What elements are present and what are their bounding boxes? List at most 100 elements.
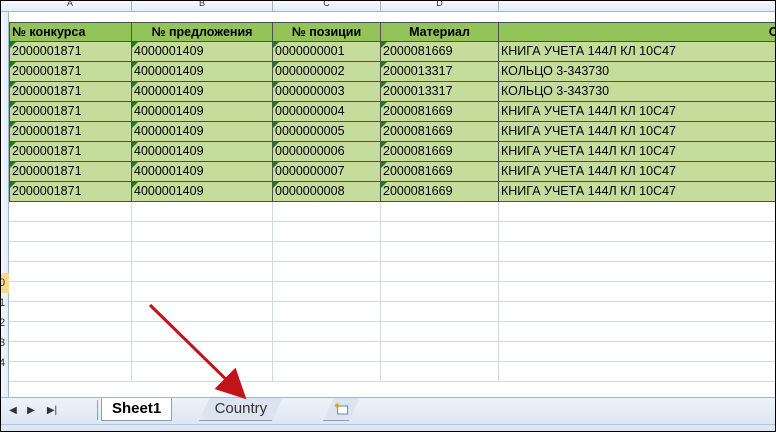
empty-cell[interactable] [381, 362, 499, 382]
empty-cell[interactable] [381, 262, 499, 282]
cell-offer-no[interactable]: 4000001409 [132, 42, 273, 62]
cell-description[interactable]: КНИГА УЧЕТА 144Л КЛ 10С47 [499, 182, 775, 202]
header-cell-position-no[interactable]: № позиции [273, 22, 381, 42]
empty-cell[interactable] [273, 222, 381, 242]
cell-material[interactable]: 2000081669 [381, 42, 499, 62]
cell-contest-no[interactable]: 2000001871 [9, 42, 132, 62]
row-number[interactable]: 1 [1, 293, 9, 313]
empty-cell[interactable] [132, 302, 273, 322]
empty-cell[interactable] [9, 342, 132, 362]
empty-cell[interactable] [132, 222, 273, 242]
empty-cell[interactable] [132, 262, 273, 282]
cell-description[interactable]: КНИГА УЧЕТА 144Л КЛ 10С47 [499, 142, 775, 162]
empty-cell[interactable] [132, 342, 273, 362]
cell-contest-no[interactable]: 2000001871 [9, 182, 132, 202]
cell-description[interactable]: КНИГА УЧЕТА 144Л КЛ 10С47 [499, 42, 775, 62]
cell-contest-no[interactable]: 2000001871 [9, 102, 132, 122]
empty-cell[interactable] [273, 302, 381, 322]
empty-cell[interactable] [132, 362, 273, 382]
empty-cell[interactable] [499, 322, 775, 342]
cell-offer-no[interactable]: 4000001409 [132, 122, 273, 142]
cell-offer-no[interactable]: 4000001409 [132, 182, 273, 202]
cell-position-no[interactable]: 0000000003 [273, 82, 381, 102]
empty-cell[interactable] [9, 262, 132, 282]
empty-cell[interactable] [499, 362, 775, 382]
cell-position-no[interactable]: 0000000001 [273, 42, 381, 62]
cell-material[interactable]: 2000081669 [381, 142, 499, 162]
empty-cell[interactable] [499, 202, 775, 222]
empty-cell[interactable] [273, 362, 381, 382]
scroll-tabs-last-button[interactable]: ▶| [43, 404, 61, 418]
empty-cell[interactable] [381, 202, 499, 222]
empty-cell[interactable] [273, 262, 381, 282]
empty-cell[interactable] [381, 282, 499, 302]
column-header-e[interactable] [499, 1, 775, 11]
cell-material[interactable]: 2000081669 [381, 162, 499, 182]
cell-description[interactable]: КНИГА УЧЕТА 144Л КЛ 10С47 [499, 162, 775, 182]
cell-contest-no[interactable]: 2000001871 [9, 122, 132, 142]
empty-cell[interactable] [132, 202, 273, 222]
header-cell-offer-no[interactable]: № предложения [132, 22, 273, 42]
cell-material[interactable]: 2000013317 [381, 62, 499, 82]
cell-description[interactable]: КОЛЬЦО 3-343730 [499, 82, 775, 102]
empty-cell[interactable] [132, 282, 273, 302]
cell-position-no[interactable]: 0000000006 [273, 142, 381, 162]
empty-cell[interactable] [9, 222, 132, 242]
empty-cell[interactable] [273, 242, 381, 262]
cell-material[interactable]: 2000081669 [381, 122, 499, 142]
empty-cell[interactable] [132, 322, 273, 342]
tab-country[interactable]: Country [199, 398, 283, 421]
cell-material[interactable]: 2000013317 [381, 82, 499, 102]
empty-cell[interactable] [132, 242, 273, 262]
cell-description[interactable]: КНИГА УЧЕТА 144Л КЛ 10С47 [499, 122, 775, 142]
empty-cell[interactable] [9, 362, 132, 382]
row-number[interactable]: 0 [1, 273, 9, 293]
empty-cell[interactable] [499, 242, 775, 262]
row-number[interactable]: 3 [1, 333, 9, 353]
cell-material[interactable]: 2000081669 [381, 182, 499, 202]
empty-cell[interactable] [273, 342, 381, 362]
header-cell-contest-no[interactable]: № конкурса [9, 22, 132, 42]
cell-contest-no[interactable]: 2000001871 [9, 162, 132, 182]
empty-cell[interactable] [381, 222, 499, 242]
cell-offer-no[interactable]: 4000001409 [132, 62, 273, 82]
cell-position-no[interactable]: 0000000002 [273, 62, 381, 82]
cell-offer-no[interactable]: 4000001409 [132, 82, 273, 102]
column-header-a[interactable]: A [9, 1, 132, 11]
column-header-b[interactable]: B [132, 1, 273, 11]
cell-description[interactable]: КНИГА УЧЕТА 144Л КЛ 10С47 [499, 102, 775, 122]
header-cell-material[interactable]: Материал [381, 22, 499, 42]
row-number[interactable]: 4 [1, 353, 9, 373]
cell-position-no[interactable]: 0000000005 [273, 122, 381, 142]
empty-cell[interactable] [381, 322, 499, 342]
empty-cell[interactable] [9, 302, 132, 322]
empty-cell[interactable] [499, 222, 775, 242]
empty-cell[interactable] [381, 342, 499, 362]
empty-cell[interactable] [499, 302, 775, 322]
cell-offer-no[interactable]: 4000001409 [132, 142, 273, 162]
empty-cell[interactable] [381, 242, 499, 262]
scroll-tabs-left-button[interactable]: ◀ [7, 404, 19, 418]
empty-cell[interactable] [9, 202, 132, 222]
cell-description[interactable]: КОЛЬЦО 3-343730 [499, 62, 775, 82]
empty-cell[interactable] [273, 202, 381, 222]
empty-cell[interactable] [499, 282, 775, 302]
empty-cell[interactable] [9, 242, 132, 262]
row-number[interactable]: 2 [1, 313, 9, 333]
cell-contest-no[interactable]: 2000001871 [9, 82, 132, 102]
insert-sheet-button[interactable] [323, 398, 360, 421]
empty-cell[interactable] [499, 342, 775, 362]
tab-sheet1[interactable]: Sheet1 [101, 398, 173, 421]
cell-offer-no[interactable]: 4000001409 [132, 162, 273, 182]
cell-position-no[interactable]: 0000000004 [273, 102, 381, 122]
empty-cell[interactable] [273, 322, 381, 342]
scroll-tabs-right-button[interactable]: ▶ [25, 404, 37, 418]
empty-cell[interactable] [273, 282, 381, 302]
cell-position-no[interactable]: 0000000007 [273, 162, 381, 182]
column-header-d[interactable]: D [381, 1, 499, 11]
empty-cell[interactable] [9, 282, 132, 302]
cell-offer-no[interactable]: 4000001409 [132, 102, 273, 122]
cell-material[interactable]: 2000081669 [381, 102, 499, 122]
header-cell-description[interactable]: Оп [499, 22, 775, 42]
empty-cell[interactable] [9, 322, 132, 342]
